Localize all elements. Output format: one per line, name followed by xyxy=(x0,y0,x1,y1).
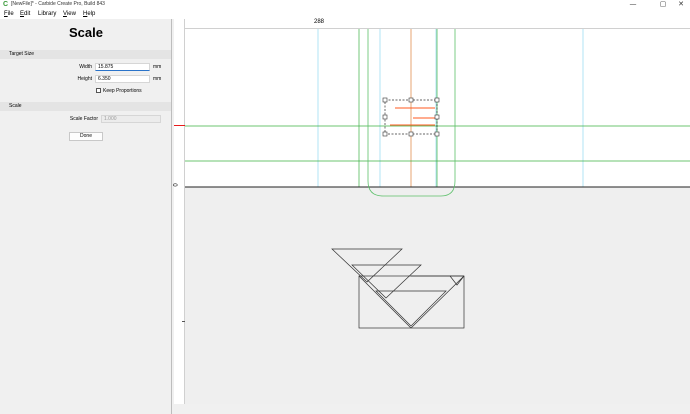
menu-library[interactable]: Library xyxy=(38,10,56,19)
width-label: Width xyxy=(79,64,92,70)
width-input[interactable]: 15.875 xyxy=(95,63,150,71)
close-button[interactable]: ✕ xyxy=(674,0,688,10)
origin-marker xyxy=(174,125,185,126)
maximize-button[interactable]: ▢ xyxy=(656,0,670,10)
horizontal-ruler: 288 xyxy=(174,19,690,29)
minimize-button[interactable]: — xyxy=(626,0,640,10)
menu-bar: File Edit Library View Help xyxy=(0,10,690,19)
target-size-heading: Target Size xyxy=(0,50,171,59)
ruler-left-label: 0 xyxy=(173,183,180,187)
window-title: [NewFile]* - Carbide Create Pro, Build 8… xyxy=(11,1,105,7)
scale-panel: Scale Target Size Width 15.875 mm Height… xyxy=(0,19,172,414)
keep-proportions-label[interactable]: Keep Proportions xyxy=(103,87,142,95)
triangle-shapes[interactable] xyxy=(331,248,465,329)
panel-title: Scale xyxy=(69,25,103,40)
scale-factor-label: Scale Factor xyxy=(69,116,98,122)
app-logo-icon: C xyxy=(3,1,9,8)
keep-proportions-checkbox[interactable] xyxy=(96,88,101,93)
height-label: Height xyxy=(77,76,92,82)
menu-view[interactable]: View xyxy=(63,10,76,19)
done-button[interactable]: Done xyxy=(69,132,103,141)
scale-heading: Scale xyxy=(0,102,171,111)
title-bar: C [NewFile]* - Carbide Create Pro, Build… xyxy=(0,0,690,10)
height-unit: mm xyxy=(153,76,162,82)
width-unit: mm xyxy=(153,64,162,70)
menu-edit[interactable]: Edit xyxy=(20,10,30,19)
menu-file[interactable]: File xyxy=(4,10,14,19)
vertical-ruler: 0 xyxy=(174,19,185,404)
height-input[interactable]: 6.350 xyxy=(95,75,150,83)
stock-area xyxy=(185,29,690,187)
design-canvas[interactable] xyxy=(185,29,690,404)
ruler-top-label: 288 xyxy=(314,19,325,25)
canvas-drawing xyxy=(185,29,690,329)
scale-factor-input: 1.000 xyxy=(101,115,161,123)
menu-help[interactable]: Help xyxy=(83,10,95,19)
horizontal-scroll-area[interactable] xyxy=(174,404,690,414)
